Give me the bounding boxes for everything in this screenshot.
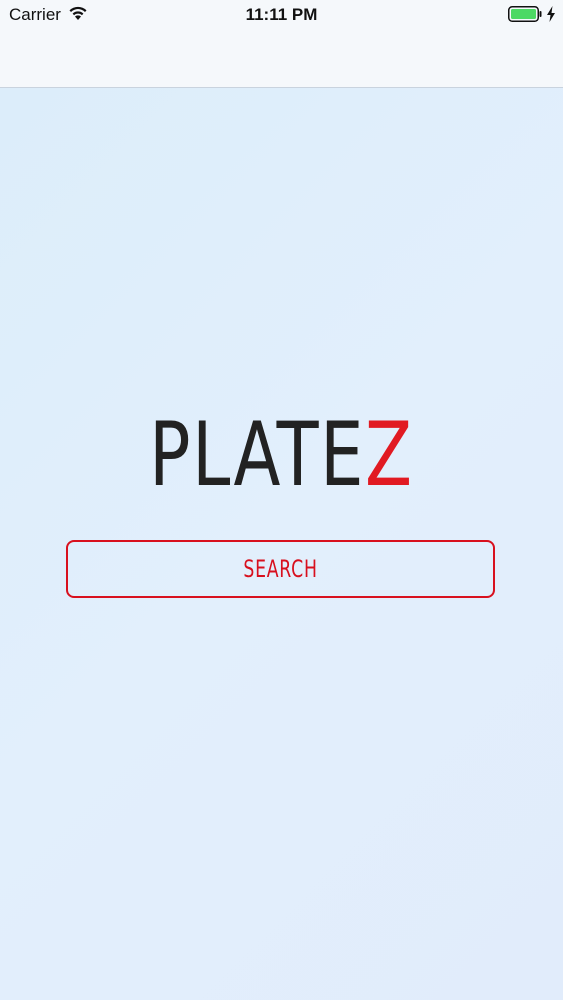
app-logo: PLATEZ <box>62 400 501 510</box>
battery-icon <box>508 6 542 22</box>
logo-main-text: PLATE <box>149 403 366 506</box>
search-button-label: SEARCH <box>243 555 318 583</box>
navigation-bar: Carrier 11:11 PM <box>0 0 563 88</box>
status-time: 11:11 PM <box>245 5 318 24</box>
status-bar: Carrier 11:11 PM <box>0 0 563 30</box>
search-button[interactable]: SEARCH <box>66 540 495 598</box>
logo-accent-text: Z <box>365 403 414 506</box>
charging-icon <box>546 6 556 22</box>
